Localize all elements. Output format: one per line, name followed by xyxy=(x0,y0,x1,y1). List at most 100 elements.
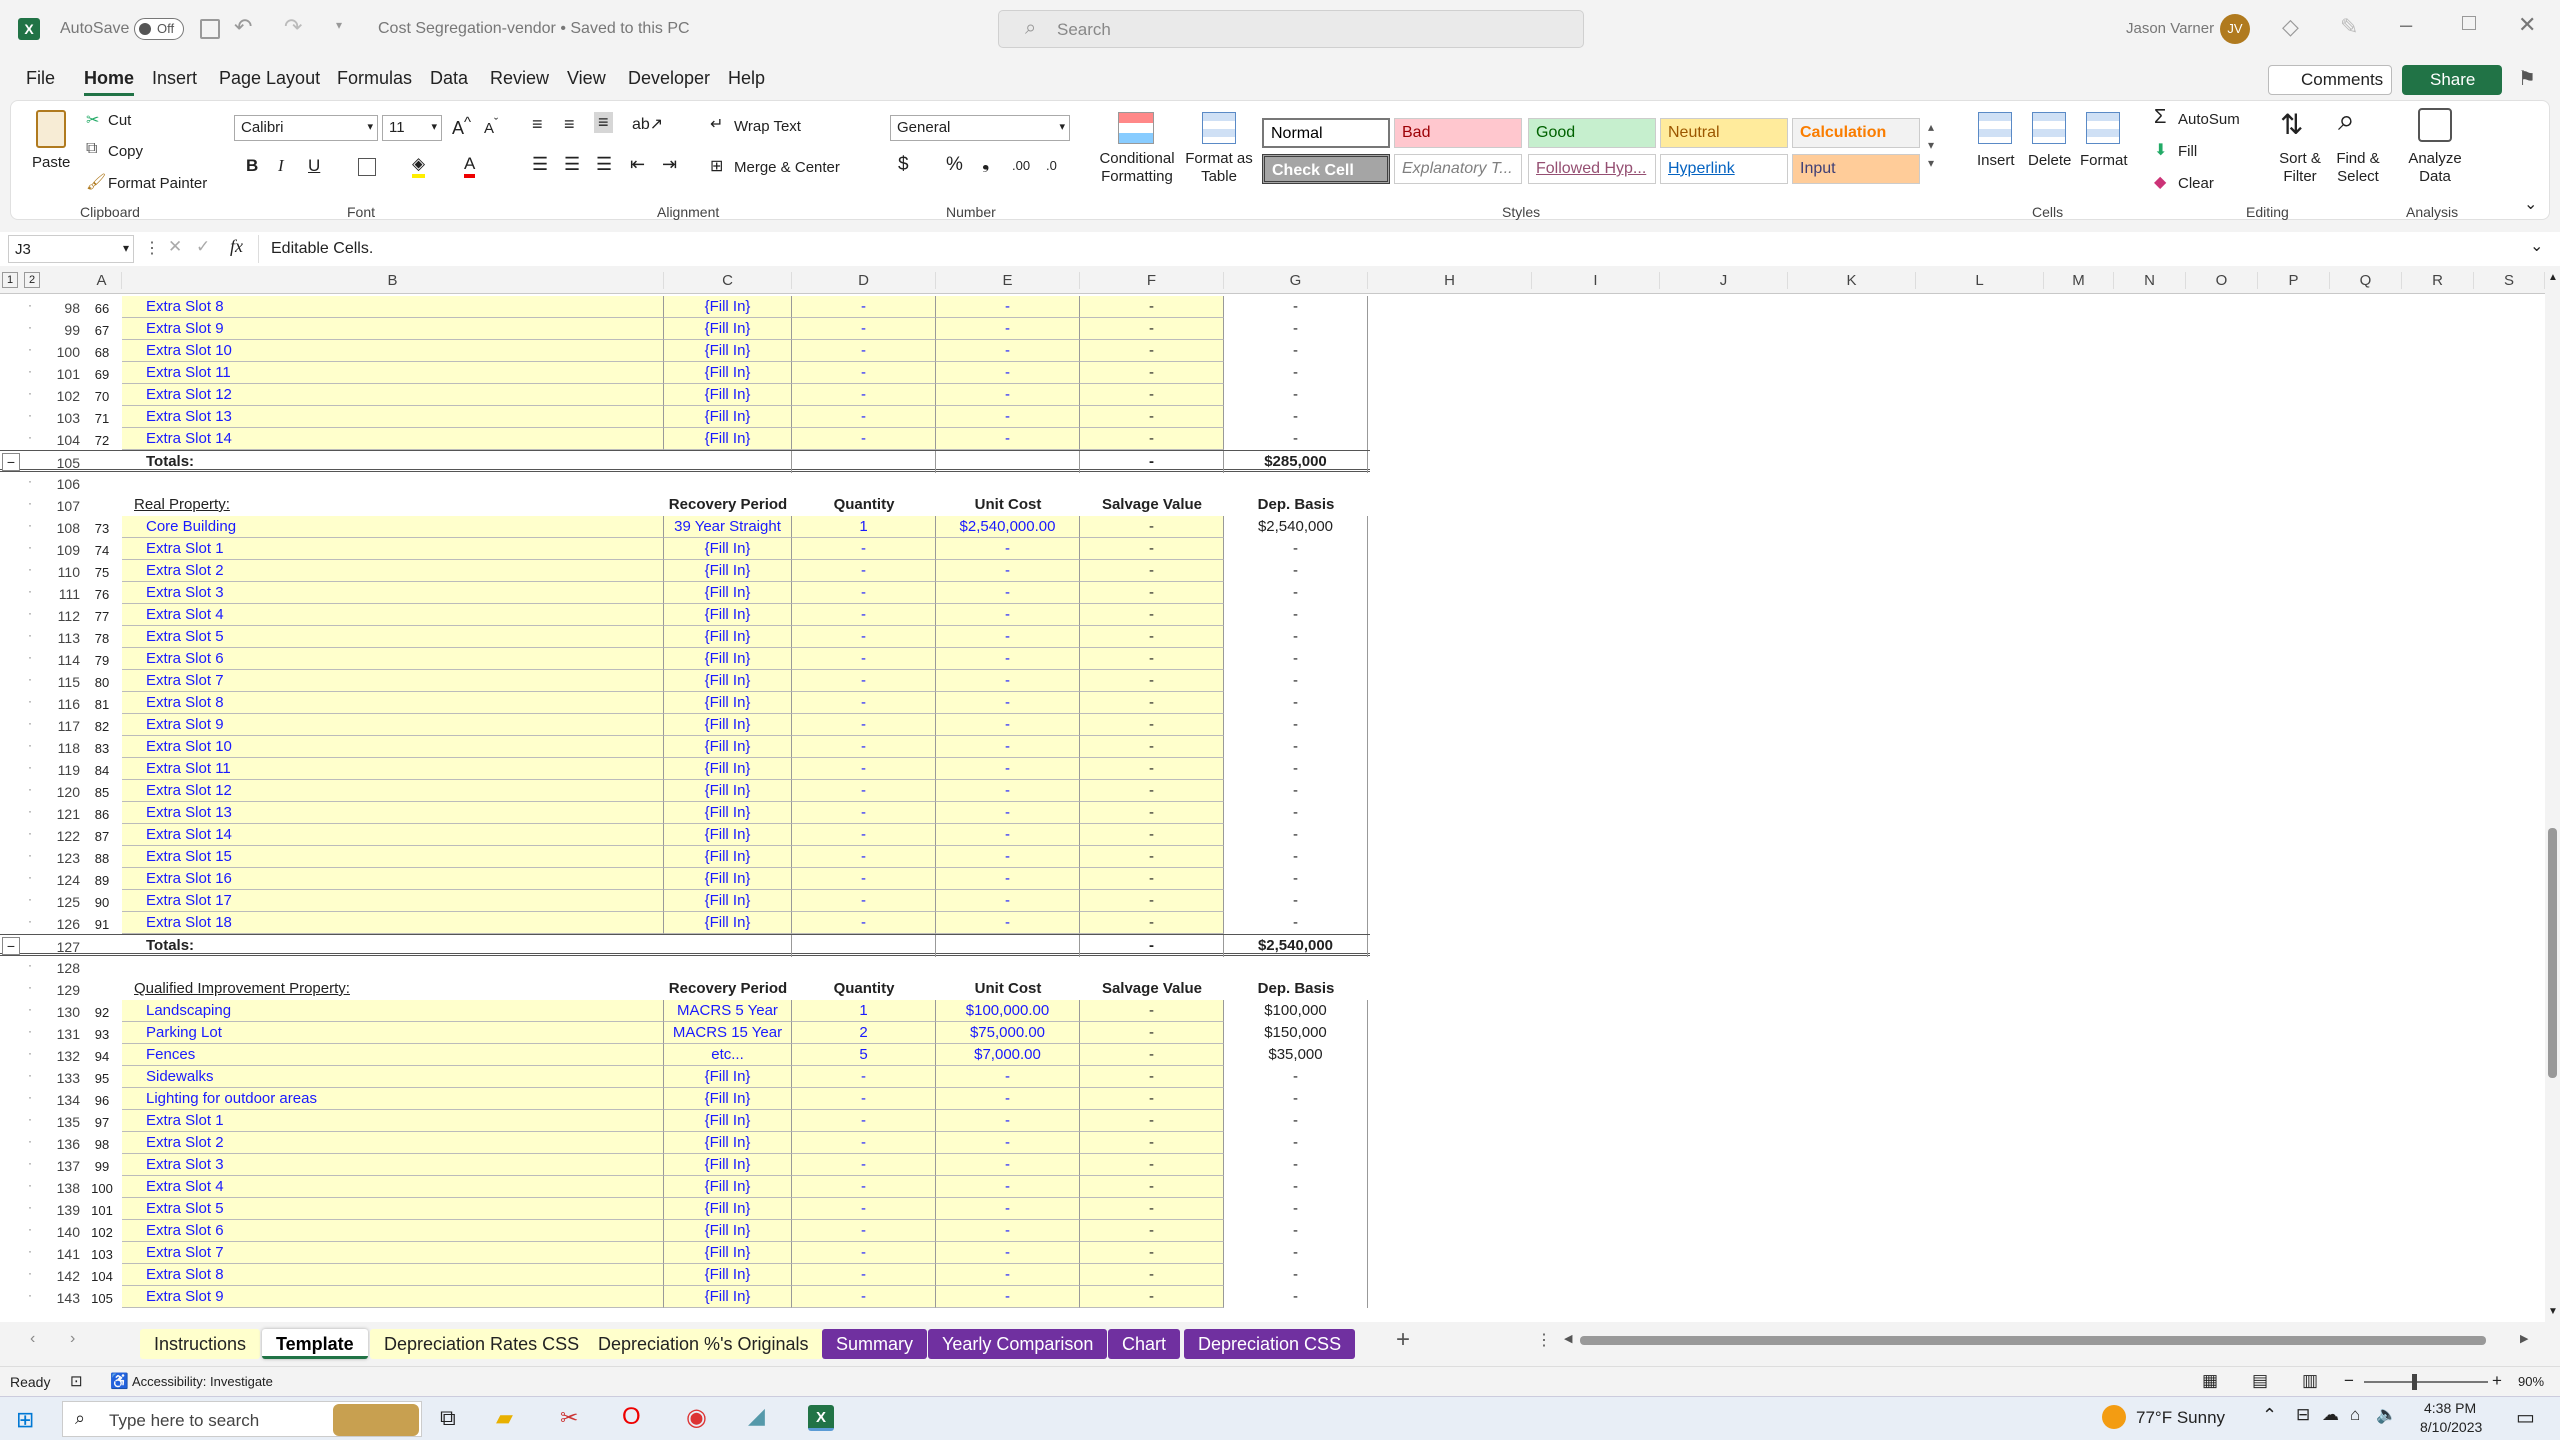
quantity-cell[interactable]: - xyxy=(792,846,936,868)
sort-filter-button[interactable]: Sort & Filter xyxy=(2272,150,2328,186)
recovery-period-cell[interactable]: {Fill In} xyxy=(664,780,792,802)
column-header-a[interactable]: A xyxy=(82,272,122,289)
file-explorer-icon[interactable]: ▰ xyxy=(496,1405,513,1431)
item-name-cell[interactable]: Extra Slot 16 xyxy=(122,868,664,890)
worksheet-grid[interactable]: 1 2 ABCDEFGHIJKLMNOPQRS 98 66 Extra Slot 8… xyxy=(0,268,2560,1322)
unit-cost-cell[interactable]: - xyxy=(936,1286,1080,1308)
task-view-icon[interactable]: ⧉ xyxy=(440,1405,456,1431)
unit-cost-cell[interactable]: - xyxy=(936,362,1080,384)
dep-basis-cell[interactable]: - xyxy=(1224,1286,1368,1308)
recovery-period-cell[interactable]: {Fill In} xyxy=(664,1088,792,1110)
recovery-period-cell[interactable]: {Fill In} xyxy=(664,318,792,340)
unit-cost-cell[interactable]: - xyxy=(936,868,1080,890)
tab-formulas[interactable]: Formulas xyxy=(337,68,412,89)
autosum-button[interactable]: AutoSum xyxy=(2178,111,2240,128)
sheet-tab[interactable]: Yearly Comparison xyxy=(928,1329,1108,1359)
dep-basis-cell[interactable]: $35,000 xyxy=(1224,1044,1368,1066)
salvage-value-cell[interactable]: - xyxy=(1080,692,1224,714)
cell-style-calculation[interactable]: Calculation xyxy=(1792,118,1920,148)
weather-text[interactable]: 77°F Sunny xyxy=(2136,1408,2225,1428)
salvage-value-cell[interactable]: - xyxy=(1080,582,1224,604)
totals-empty-cell[interactable] xyxy=(792,451,936,473)
item-name-cell[interactable]: Extra Slot 4 xyxy=(122,1176,664,1198)
dep-basis-cell[interactable]: - xyxy=(1224,1264,1368,1286)
snipping-tool-icon[interactable]: ✂ xyxy=(560,1405,578,1431)
unit-cost-cell[interactable]: - xyxy=(936,604,1080,626)
undo-icon[interactable]: ↶ xyxy=(234,14,252,40)
quantity-cell[interactable]: - xyxy=(792,692,936,714)
recovery-period-cell[interactable]: {Fill In} xyxy=(664,428,792,450)
recovery-period-cell[interactable]: {Fill In} xyxy=(664,824,792,846)
salvage-value-cell[interactable]: - xyxy=(1080,780,1224,802)
row-number[interactable]: 132 xyxy=(36,1048,80,1064)
sheet-tab[interactable]: Chart xyxy=(1108,1329,1181,1359)
enter-icon[interactable]: ✓ xyxy=(196,237,210,257)
unit-cost-cell[interactable]: - xyxy=(936,780,1080,802)
dep-basis-cell[interactable]: - xyxy=(1224,824,1368,846)
unit-cost-cell[interactable]: - xyxy=(936,824,1080,846)
comma-icon[interactable]: ❟ xyxy=(982,152,989,174)
clear-button[interactable]: Clear xyxy=(2178,175,2214,192)
recovery-period-cell[interactable]: {Fill In} xyxy=(664,406,792,428)
salvage-value-cell[interactable]: - xyxy=(1080,560,1224,582)
dep-basis-cell[interactable]: - xyxy=(1224,604,1368,626)
column-header-o[interactable]: O xyxy=(2186,272,2258,289)
dep-basis-cell[interactable]: - xyxy=(1224,1154,1368,1176)
totals-empty-cell[interactable] xyxy=(664,451,792,473)
format-painter-button[interactable]: Format Painter xyxy=(108,175,207,192)
zoom-in-icon[interactable]: + xyxy=(2492,1371,2502,1391)
recovery-period-cell[interactable]: {Fill In} xyxy=(664,560,792,582)
quantity-cell[interactable]: - xyxy=(792,1088,936,1110)
recovery-period-cell[interactable]: {Fill In} xyxy=(664,912,792,934)
collapse-ribbon-icon[interactable]: ⌄ xyxy=(2524,194,2537,214)
recovery-period-cell[interactable]: {Fill In} xyxy=(664,714,792,736)
sheet-tab[interactable]: Instructions xyxy=(140,1329,261,1359)
row-number[interactable]: 106 xyxy=(36,476,80,492)
quantity-cell[interactable]: - xyxy=(792,780,936,802)
currency-icon[interactable]: $ xyxy=(898,154,909,176)
row-number[interactable]: 111 xyxy=(36,586,80,602)
recovery-period-cell[interactable]: {Fill In} xyxy=(664,868,792,890)
network-icon[interactable]: ⊟ xyxy=(2296,1405,2310,1425)
salvage-value-cell[interactable]: - xyxy=(1080,670,1224,692)
restore-icon[interactable] xyxy=(2462,16,2476,30)
user-name[interactable]: Jason Varner xyxy=(2126,20,2214,37)
outline-level-2-button[interactable]: 2 xyxy=(24,272,40,288)
row-number[interactable]: 123 xyxy=(36,850,80,866)
item-name-cell[interactable]: Extra Slot 3 xyxy=(122,582,664,604)
delete-cells-button[interactable]: Delete xyxy=(2028,152,2071,169)
unit-cost-cell[interactable]: - xyxy=(936,670,1080,692)
avatar[interactable]: JV xyxy=(2220,14,2250,44)
dep-basis-cell[interactable]: - xyxy=(1224,296,1368,318)
salvage-value-cell[interactable]: - xyxy=(1080,1198,1224,1220)
cell-style-bad[interactable]: Bad xyxy=(1394,118,1522,148)
item-name-cell[interactable]: Extra Slot 1 xyxy=(122,1110,664,1132)
column-header-s[interactable]: S xyxy=(2474,272,2545,289)
row-number[interactable]: 121 xyxy=(36,806,80,822)
pen-icon[interactable]: ✎ xyxy=(2340,14,2358,40)
recovery-period-cell[interactable]: {Fill In} xyxy=(664,1286,792,1308)
dep-basis-cell[interactable]: - xyxy=(1224,362,1368,384)
column-header-h[interactable]: H xyxy=(1368,272,1532,289)
dep-basis-cell[interactable]: - xyxy=(1224,340,1368,362)
tab-insert[interactable]: Insert xyxy=(152,68,197,89)
find-select-button[interactable]: Find & Select xyxy=(2330,150,2386,186)
salvage-value-cell[interactable]: - xyxy=(1080,1176,1224,1198)
item-name-cell[interactable]: Extra Slot 2 xyxy=(122,1132,664,1154)
row-number[interactable]: 108 xyxy=(36,520,80,536)
unit-cost-cell[interactable]: - xyxy=(936,714,1080,736)
item-name-cell[interactable]: Extra Slot 9 xyxy=(122,318,664,340)
salvage-value-cell[interactable]: - xyxy=(1080,516,1224,538)
expand-formula-icon[interactable]: ⌄ xyxy=(2530,236,2543,256)
totals-empty-cell[interactable] xyxy=(936,451,1080,473)
cell-style-explanatory-t[interactable]: Explanatory T... xyxy=(1394,154,1522,184)
item-name-cell[interactable]: Extra Slot 12 xyxy=(122,384,664,406)
unit-cost-cell[interactable]: - xyxy=(936,1110,1080,1132)
row-number[interactable]: 115 xyxy=(36,674,80,690)
zoom-level[interactable]: 90% xyxy=(2518,1374,2544,1389)
unit-cost-cell[interactable]: - xyxy=(936,736,1080,758)
row-number[interactable]: 113 xyxy=(36,630,80,646)
quantity-cell[interactable]: - xyxy=(792,802,936,824)
dep-basis-cell[interactable]: $2,540,000 xyxy=(1224,516,1368,538)
dep-basis-cell[interactable]: - xyxy=(1224,890,1368,912)
